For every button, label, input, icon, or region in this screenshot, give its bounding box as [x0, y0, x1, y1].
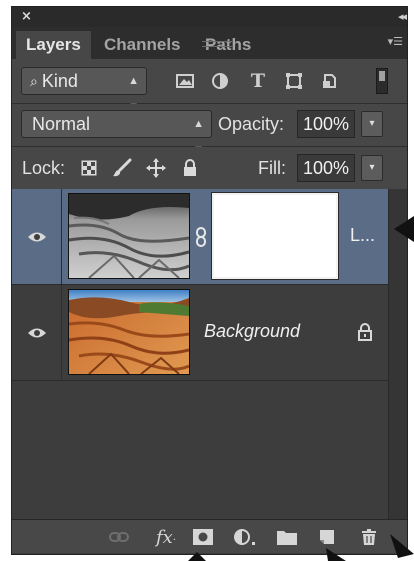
blend-mode-value: Normal: [32, 114, 91, 134]
link-layers-icon[interactable]: [108, 527, 130, 547]
opacity-field[interactable]: 100%: [297, 110, 355, 138]
layers-list: L... Background: [12, 189, 388, 519]
lock-position-icon[interactable]: [146, 158, 166, 178]
blend-options-row: Normal ▲▼ Opacity: 100% ▾: [12, 104, 407, 156]
lock-transparent-pixels-icon[interactable]: [79, 158, 99, 178]
filter-toggle-switch[interactable]: [376, 68, 388, 94]
delete-icon[interactable]: [358, 527, 380, 547]
layer-mask-thumbnail[interactable]: [211, 192, 339, 280]
add-mask-icon[interactable]: [192, 527, 214, 547]
layer-name[interactable]: L...: [350, 225, 375, 246]
smart-object-filter-icon[interactable]: [320, 71, 340, 91]
layers-panel: × ◂◂ Layers Channels Paths ▾☰ ⌕Kind ▲▼ T…: [11, 6, 408, 555]
tab-layers[interactable]: Layers: [16, 31, 91, 59]
filter-kind-label: Kind: [41, 71, 78, 91]
fill-slider-button[interactable]: ▾: [361, 155, 383, 181]
layer-visibility-toggle[interactable]: [12, 189, 62, 284]
adjustment-layer-filter-icon[interactable]: [210, 71, 230, 91]
lock-all-icon[interactable]: [180, 158, 200, 178]
eye-icon: [27, 232, 46, 241]
lock-label: Lock:: [22, 158, 66, 178]
type-layer-filter-icon[interactable]: T: [248, 70, 268, 92]
blend-mode-select[interactable]: Normal ▲▼: [21, 110, 212, 156]
lock-image-pixels-icon[interactable]: [112, 158, 132, 178]
resize-grip[interactable]: [202, 41, 232, 47]
eye-icon: [27, 328, 46, 337]
layer-filter-bar: ⌕Kind ▲▼ T: [12, 59, 407, 113]
collapse-panel-button[interactable]: ◂◂: [398, 8, 407, 26]
opacity-slider-button[interactable]: ▾: [361, 111, 383, 137]
new-layer-icon[interactable]: [316, 527, 338, 547]
layers-panel-footer: fx.: [12, 519, 407, 553]
lock-options-row: Lock: Fill: 100% ▾: [12, 147, 407, 190]
pointer-arrow-icon: [326, 548, 346, 561]
layer-name[interactable]: Background: [204, 321, 300, 342]
opacity-label: Opacity:: [218, 114, 285, 134]
layer-lock-icon: [357, 323, 375, 341]
filter-kind-select[interactable]: ⌕Kind ▲▼: [21, 67, 147, 113]
adjustment-layer-icon[interactable]: [232, 527, 258, 547]
layer-row-background[interactable]: Background: [12, 285, 388, 381]
layer-thumbnail: [68, 193, 190, 279]
pointer-arrow-icon: [188, 552, 206, 561]
pixel-layer-filter-icon[interactable]: [175, 71, 195, 91]
chain-link-icon[interactable]: [194, 227, 208, 247]
pointer-arrow-icon: [394, 216, 414, 242]
new-group-icon[interactable]: [276, 527, 298, 547]
close-panel-button[interactable]: ×: [21, 8, 32, 26]
shape-layer-filter-icon[interactable]: [284, 71, 304, 91]
search-icon: ⌕: [30, 73, 38, 89]
fill-field[interactable]: 100%: [297, 154, 355, 182]
layer-visibility-toggle[interactable]: [12, 285, 62, 380]
fill-label: Fill:: [258, 158, 286, 178]
panel-menu-icon[interactable]: ▾☰: [388, 35, 403, 48]
tab-channels[interactable]: Channels: [94, 31, 191, 59]
layer-thumbnail: [68, 289, 190, 375]
pointer-arrow-icon: [390, 534, 414, 558]
fx-label: fx: [155, 526, 173, 548]
panel-titlebar: × ◂◂: [12, 7, 407, 27]
layer-row-top[interactable]: L...: [12, 189, 388, 285]
fx-icon[interactable]: fx.: [152, 526, 180, 548]
